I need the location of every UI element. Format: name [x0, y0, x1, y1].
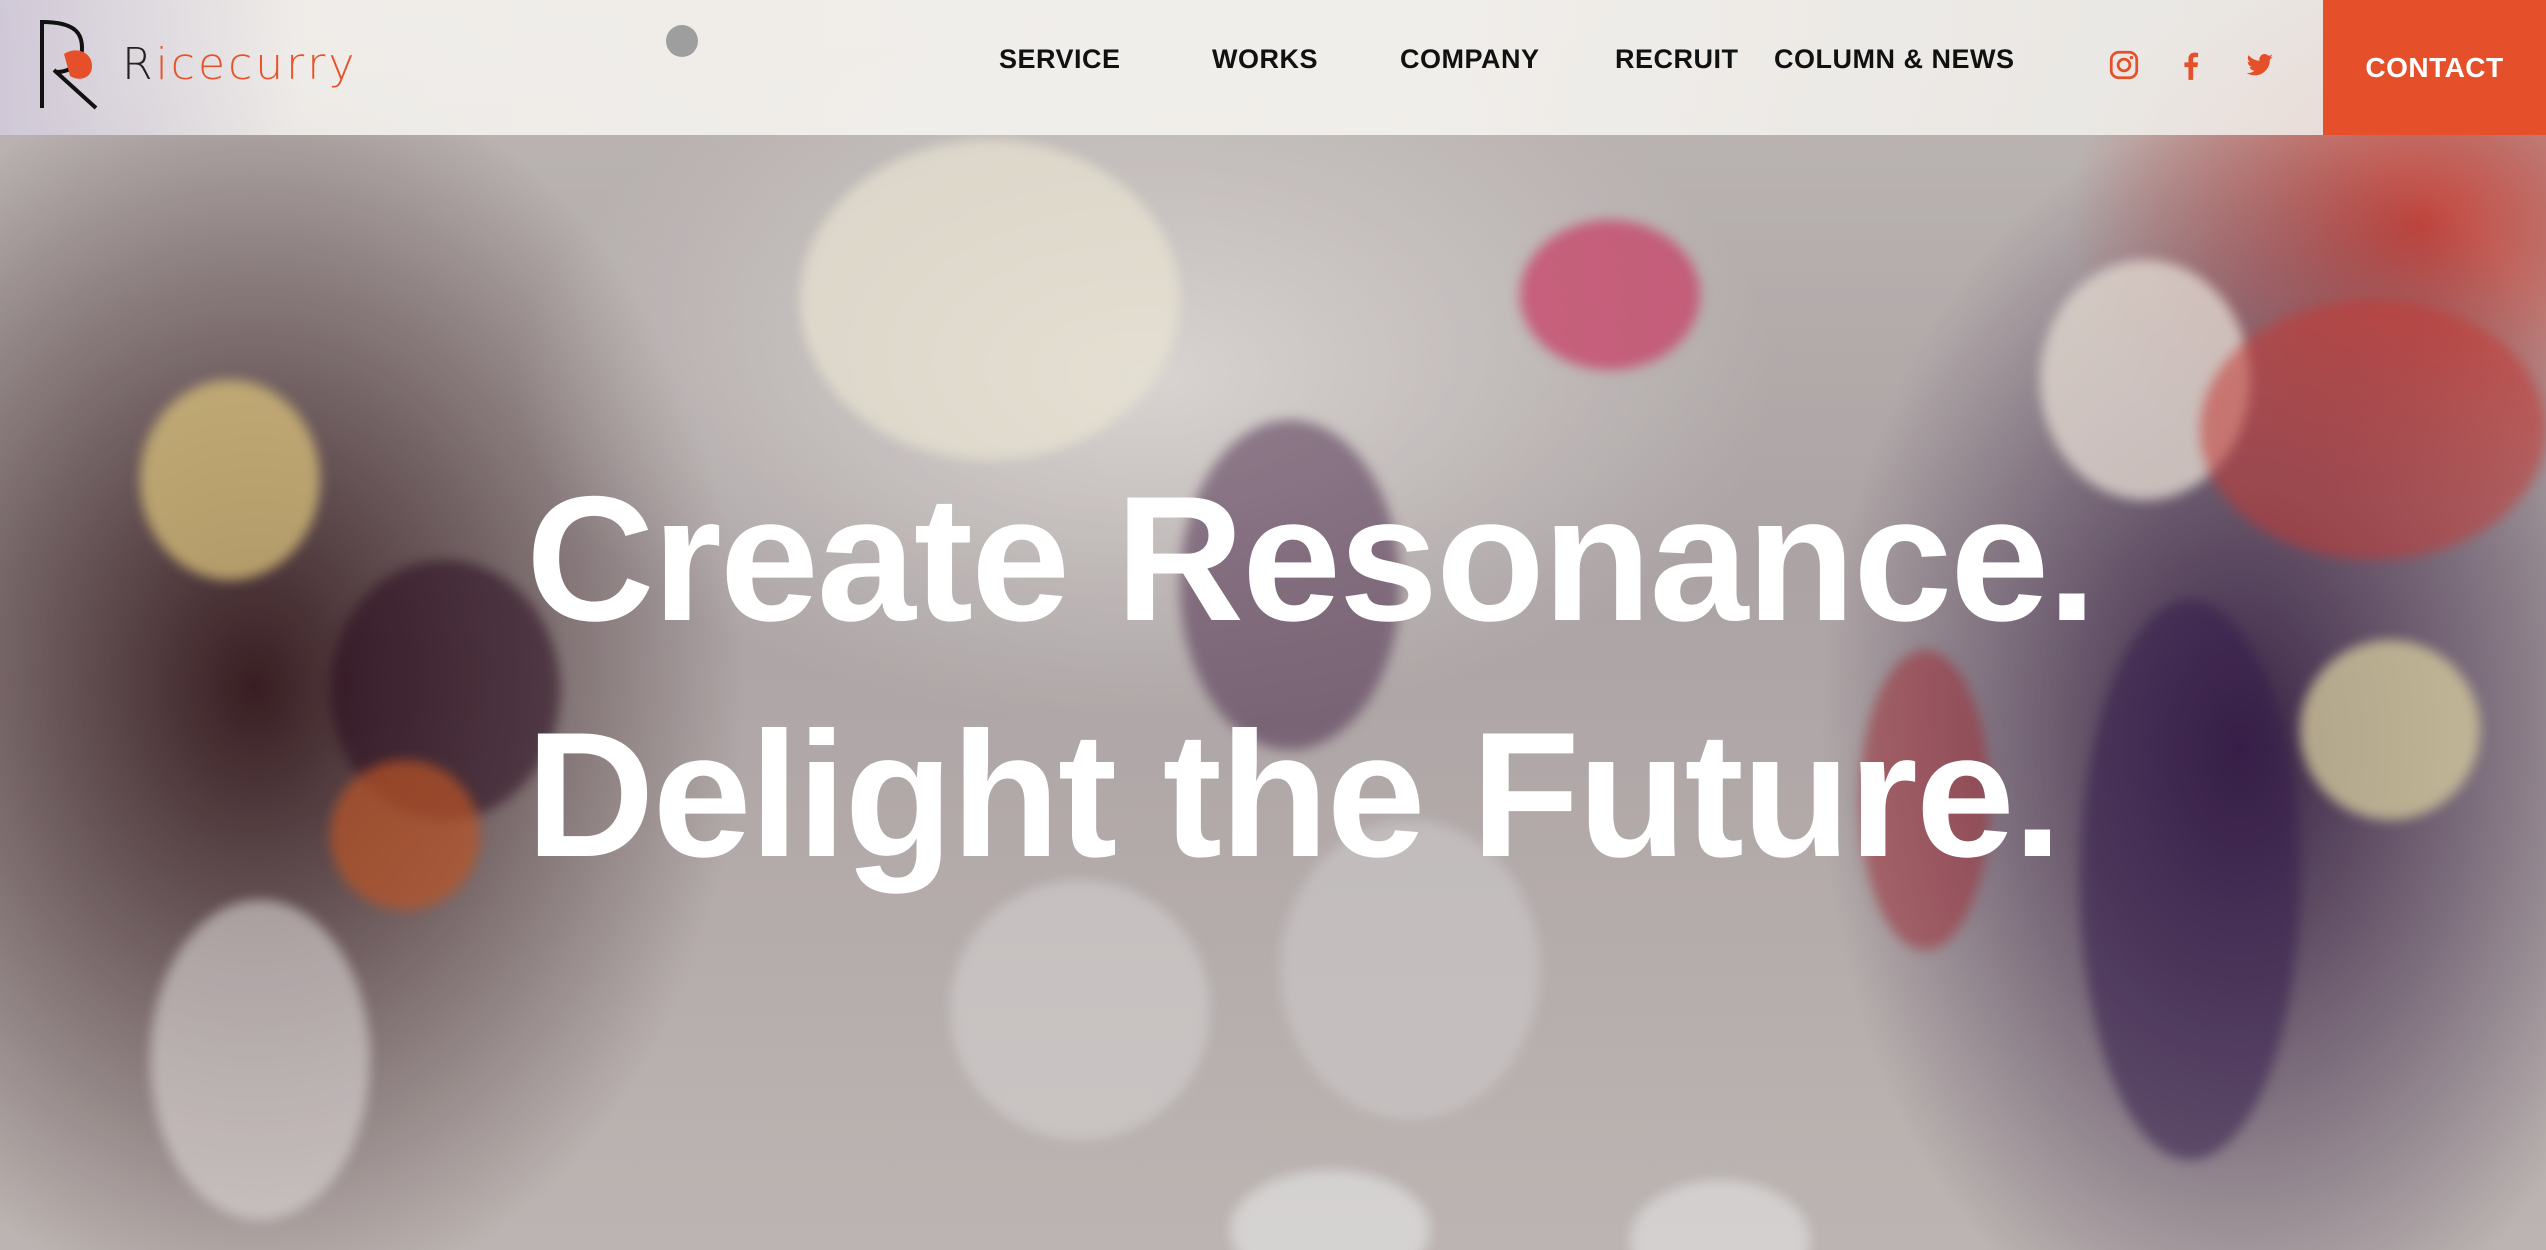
- facebook-icon[interactable]: [2174, 48, 2208, 82]
- brand-logo[interactable]: Ricecurry: [36, 14, 357, 114]
- nav-works[interactable]: WORKS: [1212, 44, 1318, 75]
- ricecurry-logo-mark: [40, 20, 98, 110]
- mouse-cursor-icon: [666, 25, 698, 57]
- nav-recruit[interactable]: RECRUIT: [1615, 44, 1739, 75]
- instagram-icon[interactable]: [2107, 48, 2141, 82]
- nav-company[interactable]: COMPANY: [1400, 44, 1540, 75]
- twitter-icon[interactable]: [2242, 48, 2276, 82]
- nav-column-news[interactable]: COLUMN & NEWS: [1774, 44, 2014, 75]
- site-header: Ricecurry SERVICE WORKS COMPANY RECRUIT …: [0, 0, 2546, 135]
- hero-line-2: Delight the Future.: [526, 695, 2062, 894]
- brand-wordmark: Ricecurry: [122, 38, 358, 90]
- hero-line-1: Create Resonance.: [526, 459, 2097, 658]
- contact-button[interactable]: CONTACT: [2323, 0, 2546, 135]
- nav-service[interactable]: SERVICE: [999, 44, 1121, 75]
